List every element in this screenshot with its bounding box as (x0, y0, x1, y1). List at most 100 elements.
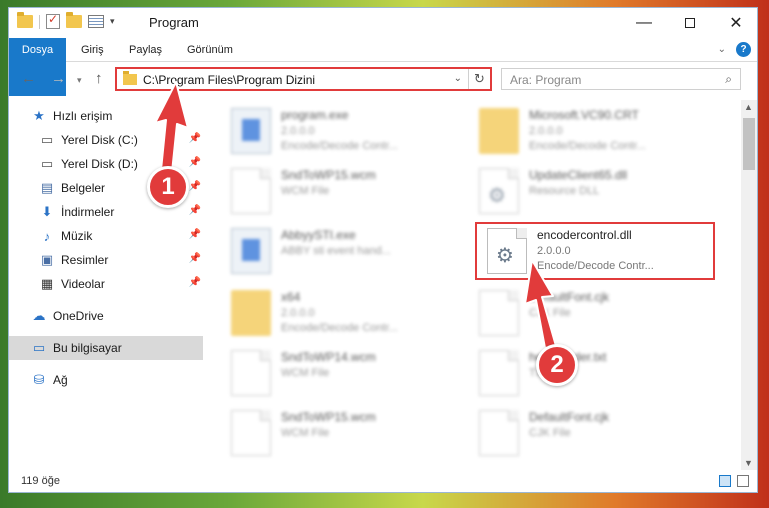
vertical-scrollbar[interactable]: ▲ ▼ (741, 100, 757, 470)
tab-gorunum[interactable]: Görünüm (177, 38, 243, 62)
drive-icon: ▭ (40, 156, 54, 171)
scroll-up-arrow-icon[interactable]: ▲ (744, 102, 753, 112)
folder-icon (231, 290, 271, 336)
pin-icon[interactable]: 📌 (189, 133, 201, 144)
quick-access-toolbar: ▾ (17, 12, 115, 29)
list-item[interactable]: SndToWP15.wcm WCM File (213, 406, 453, 464)
list-item[interactable]: SndToWP15.wcm WCM File (213, 164, 453, 222)
scrollbar-thumb[interactable] (743, 118, 755, 170)
maximize-button[interactable] (667, 8, 713, 38)
properties-check-icon[interactable] (46, 12, 60, 29)
file-version: 2.0.0.0 (529, 125, 563, 137)
tab-paylas[interactable]: Paylaş (119, 38, 172, 62)
sidebar-item-this-pc[interactable]: ▭ Bu bilgisayar (9, 336, 203, 360)
file-name: DefaultFont.cjk (529, 290, 610, 304)
scroll-down-arrow-icon[interactable]: ▼ (744, 458, 753, 468)
pin-icon[interactable]: 📌 (189, 229, 201, 240)
list-item[interactable]: DefaultFont.cjk CJK File (461, 406, 701, 464)
sidebar-item-label: Ağ (53, 373, 68, 387)
search-placeholder[interactable]: Ara: Program (510, 73, 581, 87)
list-item[interactable]: SndToWP14.wcm WCM File (213, 346, 453, 404)
recent-locations-chevron-icon[interactable]: ▾ (77, 75, 82, 86)
list-item[interactable]: UpdateClient65.dll Resource DLL (461, 164, 701, 222)
file-type: WCM File (281, 185, 330, 197)
pin-icon[interactable]: 📌 (189, 205, 201, 216)
file-name: x64 (281, 290, 301, 304)
refresh-button[interactable]: ↻ (468, 69, 490, 89)
document-file-icon (231, 350, 271, 396)
explorer-window: ▾ Program — ✕ Dosya Giriş Paylaş Görünüm… (8, 7, 758, 493)
pin-icon[interactable]: 📌 (189, 277, 201, 288)
sidebar-item-label: Yerel Disk (C:) (61, 133, 138, 147)
minimize-button[interactable]: — (621, 8, 667, 38)
sidebar-item-label: OneDrive (53, 309, 104, 323)
drive-icon: ▭ (40, 132, 54, 147)
sidebar-item-label: Müzik (61, 229, 93, 243)
sidebar-item-label: Resimler (61, 253, 109, 267)
view-toggle-group (719, 475, 749, 487)
close-button[interactable]: ✕ (713, 8, 757, 38)
search-box[interactable]: Ara: Program ⌕ (501, 68, 741, 90)
pin-icon[interactable]: 📌 (189, 157, 201, 168)
download-icon: ⬇ (41, 204, 53, 219)
sidebar-item-onedrive[interactable]: ☁ OneDrive (31, 304, 225, 328)
file-name: Microsoft.VC90.CRT (529, 108, 639, 122)
list-item[interactable]: program.exe 2.0.0.0 Encode/Decode Contr.… (213, 104, 453, 162)
file-name: AbbyySTI.exe (281, 228, 356, 242)
sidebar-item-music[interactable]: ♪ Müzik 📌 (39, 224, 205, 248)
sidebar-item-pictures[interactable]: ▣ Resimler 📌 (39, 248, 205, 272)
list-item[interactable]: x64 2.0.0.0 Encode/Decode Contr... (213, 286, 453, 344)
file-description: Encode/Decode Contr... (281, 322, 398, 334)
list-item[interactable]: DefaultFont.cjk CJK File (461, 286, 701, 344)
file-version: 2.0.0.0 (281, 307, 315, 319)
item-count: 119 öğe (21, 475, 60, 487)
properties-icon[interactable] (88, 15, 104, 28)
address-dropdown-chevron-icon[interactable]: ⌄ (454, 73, 462, 84)
file-type: WCM File (281, 427, 330, 439)
file-description: Encode/Decode Contr... (281, 140, 398, 152)
document-file-icon (479, 410, 519, 456)
documents-icon: ▤ (40, 180, 54, 195)
pin-icon[interactable]: 📌 (189, 253, 201, 264)
sidebar-item-network[interactable]: ⛁ Ağ (31, 368, 225, 392)
exe-file-icon (231, 228, 271, 274)
address-path[interactable]: C:\Program Files\Program Dizini (143, 73, 315, 87)
sidebar-item-label: Videolar (61, 277, 105, 291)
dll-gear-file-icon (479, 168, 519, 214)
file-version: 2.0.0.0 (281, 125, 315, 137)
large-icons-view-icon[interactable] (737, 475, 749, 487)
sidebar-item-label: Belgeler (61, 181, 106, 195)
back-arrow-icon[interactable]: ← (21, 70, 36, 87)
tab-giris[interactable]: Giriş (71, 38, 114, 62)
forward-arrow-icon[interactable]: → (51, 70, 66, 87)
customize-toolbar-chevron-icon[interactable]: ▾ (110, 16, 115, 27)
folder-icon[interactable] (17, 12, 33, 28)
address-bar[interactable]: C:\Program Files\Program Dizini ⌄ ↻ (115, 67, 492, 91)
sidebar-item-videos[interactable]: ▦ Videolar 📌 (39, 272, 205, 296)
file-type: Resource DLL (529, 185, 600, 197)
folder-icon (479, 108, 519, 154)
pictures-icon: ▣ (40, 252, 54, 267)
navigation-pane: ★ Hızlı erişim ▭ Yerel Disk (C:) 📌 ▭ Yer… (9, 100, 209, 470)
list-item[interactable]: AbbyySTI.exe ABBY sti event hand... (213, 224, 453, 282)
sidebar-item-quick-access[interactable]: ★ Hızlı erişim (31, 104, 225, 128)
sidebar-item-label: İndirmeler (61, 205, 115, 219)
address-folder-icon (123, 71, 137, 85)
sidebar-item-local-disk-c[interactable]: ▭ Yerel Disk (C:) 📌 (39, 128, 205, 152)
expand-ribbon-chevron-icon[interactable]: ⌄ (718, 44, 726, 55)
help-icon[interactable]: ? (736, 42, 751, 57)
search-icon[interactable]: ⌕ (725, 72, 732, 87)
up-arrow-icon[interactable]: ↑ (95, 70, 103, 87)
text-file-icon (479, 350, 519, 396)
new-folder-icon[interactable] (66, 12, 82, 28)
cloud-icon: ☁ (32, 308, 46, 323)
list-item[interactable]: helpReader.txt TXT File (461, 346, 701, 404)
file-description: ABBY sti event hand... (281, 245, 391, 257)
status-bar: 119 öğe (9, 470, 757, 492)
details-view-icon[interactable] (719, 475, 731, 487)
pin-icon[interactable]: 📌 (189, 181, 201, 192)
file-list: program.exe 2.0.0.0 Encode/Decode Contr.… (209, 100, 741, 470)
file-name: UpdateClient65.dll (529, 168, 628, 182)
computer-icon: ▭ (32, 340, 46, 355)
list-item[interactable]: Microsoft.VC90.CRT 2.0.0.0 Encode/Decode… (461, 104, 701, 162)
